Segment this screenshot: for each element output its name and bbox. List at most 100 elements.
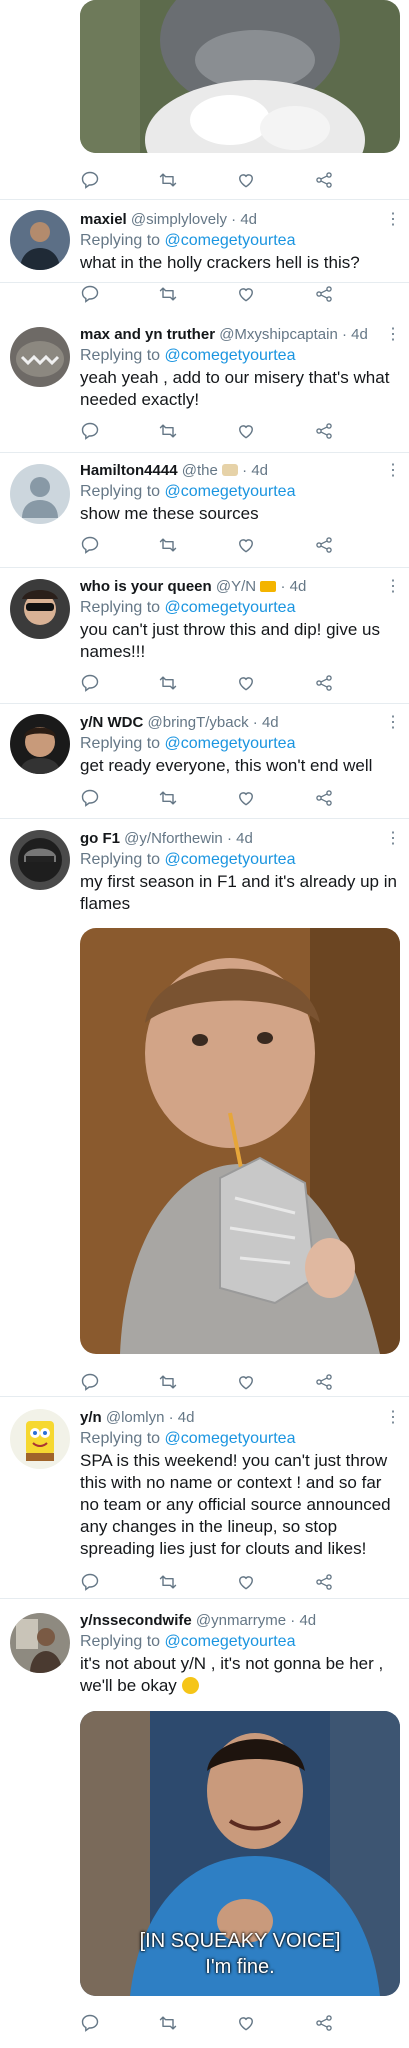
reply-icon[interactable] [80, 421, 102, 443]
avatar[interactable] [10, 1409, 70, 1469]
display-name[interactable]: Hamilton4444 [80, 462, 178, 479]
retweet-icon[interactable] [158, 421, 180, 443]
timestamp[interactable]: 4d [178, 1409, 195, 1426]
reply-prefix: Replying to [80, 735, 161, 752]
tweet[interactable]: who is your queen @Y/N · 4d ⋮ Replying t… [0, 568, 409, 704]
tweet-actions [80, 1372, 380, 1394]
retweet-icon[interactable] [158, 2013, 180, 2035]
avatar[interactable] [10, 714, 70, 774]
user-handle[interactable]: @y/Nforthewin [124, 830, 223, 847]
timestamp[interactable]: 4d [251, 462, 268, 479]
user-handle[interactable]: @ynmarryme [196, 1612, 286, 1629]
tweet-media-image[interactable] [80, 0, 400, 153]
timestamp[interactable]: 4d [299, 1612, 316, 1629]
tweet[interactable]: y/N WDC @bringT/yback · 4d ⋮ Replying to… [0, 704, 409, 819]
display-name[interactable]: maxiel [80, 211, 127, 228]
retweet-icon[interactable] [158, 1372, 180, 1394]
user-handle[interactable]: @simplylovely [131, 211, 227, 228]
reply-mention[interactable]: @comegetyourtea [165, 851, 296, 868]
more-icon[interactable]: ⋮ [385, 461, 401, 481]
user-handle[interactable]: @Y/N [216, 578, 256, 595]
retweet-icon[interactable] [158, 673, 180, 695]
user-handle[interactable]: @the [182, 462, 218, 479]
like-icon[interactable] [236, 788, 258, 810]
more-icon[interactable]: ⋮ [385, 713, 401, 733]
tweet-media-image[interactable] [80, 928, 400, 1354]
tweet[interactable]: maxiel @simplylovely · 4d ⋮ Replying to … [0, 200, 409, 303]
timestamp[interactable]: 4d [290, 578, 307, 595]
retweet-icon[interactable] [158, 170, 180, 192]
display-name[interactable]: who is your queen [80, 578, 212, 595]
display-name[interactable]: y/N WDC [80, 714, 143, 731]
share-icon[interactable] [314, 788, 336, 810]
user-handle[interactable]: @Mxyshipcaptain [219, 326, 338, 343]
avatar[interactable] [10, 579, 70, 639]
tweet-actions [80, 421, 380, 443]
reply-mention[interactable]: @comegetyourtea [165, 1430, 296, 1447]
timestamp[interactable]: 4d [240, 211, 257, 228]
more-icon[interactable]: ⋮ [385, 577, 401, 597]
share-icon[interactable] [314, 1572, 336, 1594]
user-handle[interactable]: @lomlyn [106, 1409, 165, 1426]
like-icon[interactable] [236, 1372, 258, 1394]
reply-mention[interactable]: @comegetyourtea [165, 1633, 296, 1650]
retweet-icon[interactable] [158, 788, 180, 810]
reply-mention[interactable]: @comegetyourtea [165, 483, 296, 500]
timestamp[interactable]: 4d [351, 326, 368, 343]
tweet[interactable]: max and yn truther @Mxyshipcaptain · 4d … [0, 313, 409, 453]
avatar[interactable] [10, 464, 70, 524]
more-icon[interactable]: ⋮ [385, 1408, 401, 1428]
reply-icon[interactable] [80, 1372, 102, 1394]
tweet-header: who is your queen @Y/N · 4d [80, 577, 383, 597]
more-icon[interactable]: ⋮ [385, 210, 401, 230]
share-icon[interactable] [314, 284, 336, 306]
tweet-header: maxiel @simplylovely · 4d [80, 210, 383, 230]
like-icon[interactable] [236, 170, 258, 192]
display-name[interactable]: y/n [80, 1409, 102, 1426]
tweet[interactable]: go F1 @y/Nforthewin · 4d ⋮ Replying to @… [0, 819, 409, 1397]
reply-mention[interactable]: @comegetyourtea [165, 599, 296, 616]
retweet-icon[interactable] [158, 535, 180, 557]
share-icon[interactable] [314, 170, 336, 192]
share-icon[interactable] [314, 421, 336, 443]
avatar[interactable] [10, 327, 70, 387]
share-icon[interactable] [314, 2013, 336, 2035]
tweet[interactable]: Hamilton4444 @the · 4d ⋮ Replying to @co… [0, 453, 409, 568]
display-name[interactable]: go F1 [80, 830, 120, 847]
reply-mention[interactable]: @comegetyourtea [165, 347, 296, 364]
reply-icon[interactable] [80, 673, 102, 695]
tweet-media-gif[interactable]: [IN SQUEAKY VOICE] I'm fine. [80, 1711, 400, 1996]
avatar[interactable] [10, 210, 70, 270]
tweet-actions [80, 788, 380, 810]
reply-icon[interactable] [80, 170, 102, 192]
more-icon[interactable]: ⋮ [385, 325, 401, 345]
share-icon[interactable] [314, 673, 336, 695]
reply-icon[interactable] [80, 788, 102, 810]
display-name[interactable]: max and yn truther [80, 326, 215, 343]
avatar[interactable] [10, 830, 70, 890]
reply-icon[interactable] [80, 2013, 102, 2035]
user-handle[interactable]: @bringT/yback [148, 714, 249, 731]
reply-icon[interactable] [80, 284, 102, 306]
reply-mention[interactable]: @comegetyourtea [165, 735, 296, 752]
tweet[interactable]: y/nssecondwife @ynmarryme · 4d Replying … [0, 1599, 409, 2048]
timestamp[interactable]: 4d [262, 714, 279, 731]
more-icon[interactable]: ⋮ [385, 829, 401, 849]
reply-icon[interactable] [80, 535, 102, 557]
share-icon[interactable] [314, 1372, 336, 1394]
reply-mention[interactable]: @comegetyourtea [165, 232, 296, 249]
like-icon[interactable] [236, 1572, 258, 1594]
like-icon[interactable] [236, 284, 258, 306]
retweet-icon[interactable] [158, 284, 180, 306]
like-icon[interactable] [236, 673, 258, 695]
reply-icon[interactable] [80, 1572, 102, 1594]
like-icon[interactable] [236, 2013, 258, 2035]
tweet[interactable]: y/n @lomlyn · 4d ⋮ Replying to @comegety… [0, 1397, 409, 1599]
retweet-icon[interactable] [158, 1572, 180, 1594]
like-icon[interactable] [236, 421, 258, 443]
avatar[interactable] [10, 1613, 70, 1673]
display-name[interactable]: y/nssecondwife [80, 1612, 192, 1629]
share-icon[interactable] [314, 535, 336, 557]
like-icon[interactable] [236, 535, 258, 557]
timestamp[interactable]: 4d [236, 830, 253, 847]
